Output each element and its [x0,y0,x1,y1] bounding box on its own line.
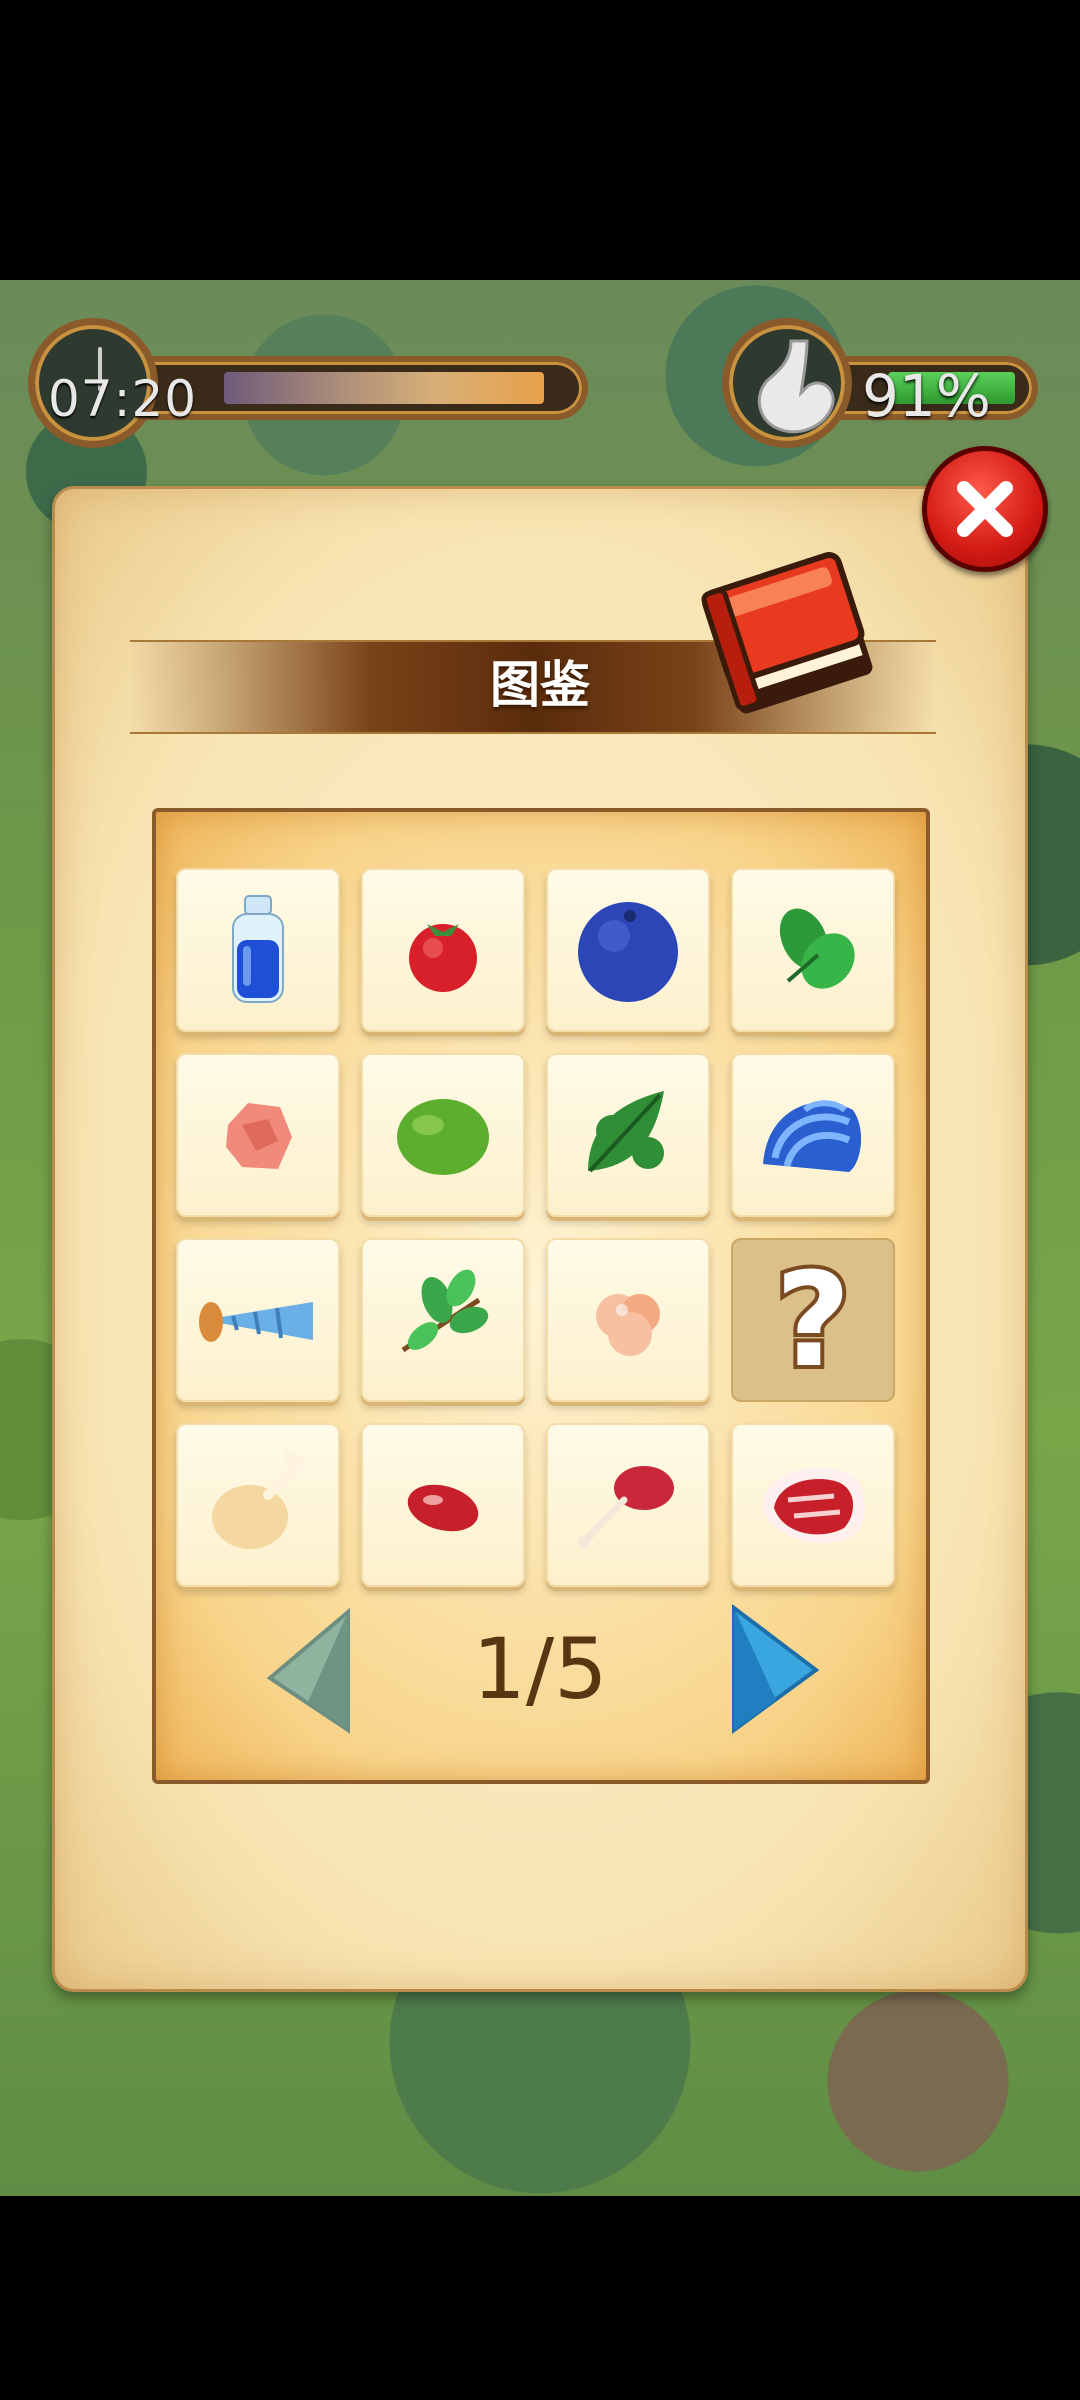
item-slot[interactable] [546,1423,710,1587]
item-slot[interactable] [731,1053,895,1217]
cone-shell-icon [199,1302,313,1342]
item-slot[interactable] [176,1053,340,1217]
item-slot[interactable] [176,1423,340,1587]
blue-shell-icon [763,1100,862,1172]
item-slot[interactable] [546,1238,710,1402]
green-leaf-icon [588,1091,664,1173]
stomach-icon [722,318,852,448]
herb-sprig-icon [401,1269,489,1353]
small-meat-icon [407,1484,479,1532]
bottom-bar [0,2196,1080,2400]
item-slot[interactable] [361,1238,525,1402]
item-slot[interactable] [176,1238,340,1402]
steak-icon [762,1467,865,1543]
green-fruit-icon [397,1099,489,1175]
stomach-percent: 91% [862,362,991,430]
item-slot[interactable] [361,868,525,1032]
item-slot[interactable] [546,868,710,1032]
close-icon [957,481,1013,537]
prev-page-button[interactable] [262,1606,362,1739]
item-slot[interactable] [361,1053,525,1217]
time-progress-fill [224,372,544,404]
close-button[interactable] [922,446,1048,572]
item-grid: ? [176,868,900,1592]
spinach-leaves-icon [779,908,855,989]
red-berry-icon [409,924,477,992]
page-indicator: 1/5 [472,1620,608,1718]
raw-meat-chunk-icon [226,1103,292,1169]
clock-time: 07:20 [48,370,198,428]
item-slot[interactable] [361,1423,525,1587]
right-arrow-icon [732,1603,820,1734]
next-page-button[interactable] [724,1603,824,1737]
stomach-hud: 91% [722,318,1042,448]
item-slot[interactable] [731,1423,895,1587]
item-slot[interactable] [546,1053,710,1217]
panel-title: 图鉴 [490,656,590,714]
left-arrow-icon [266,1607,350,1734]
clock-hud: 07:20 [28,318,594,448]
chicken-drumstick-icon [212,1450,305,1549]
unknown-item-icon: ? [771,1244,854,1396]
lamb-chop-icon [578,1466,674,1548]
blue-potion-bottle-icon [232,895,284,1003]
book-icon [701,552,873,714]
pink-fruit-icon [596,1294,660,1356]
item-slot[interactable] [176,868,340,1032]
item-slot[interactable] [731,868,895,1032]
item-slot-locked[interactable]: ? [731,1238,895,1402]
blueberry-icon [578,902,678,1002]
